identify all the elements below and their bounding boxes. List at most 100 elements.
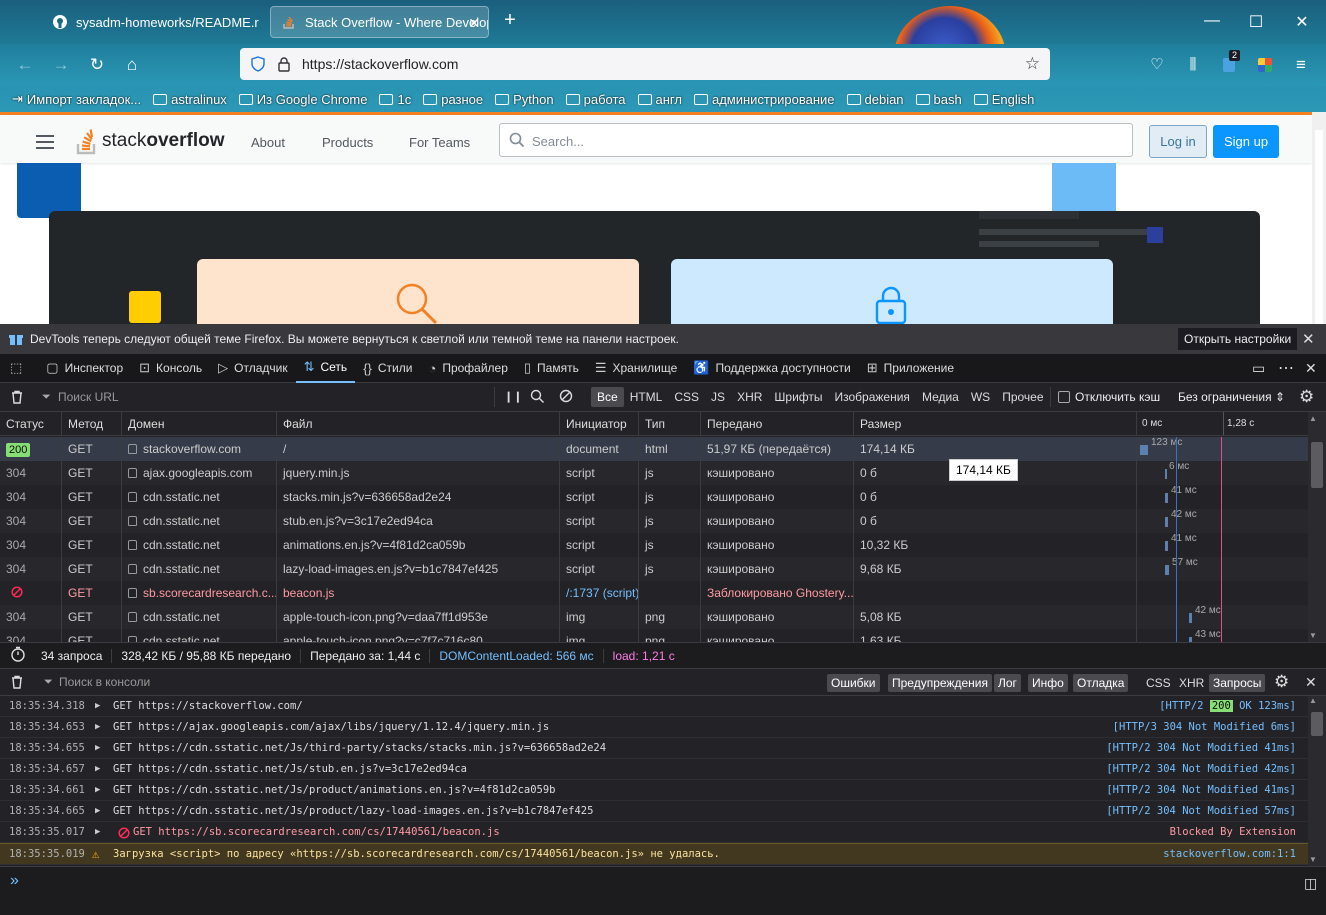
- trash-icon[interactable]: [10, 390, 24, 407]
- pause-icon[interactable]: ❙❙: [504, 390, 522, 403]
- tab-github[interactable]: sysadm-homeworks/README.r: [42, 6, 266, 38]
- message-result[interactable]: [HTTP/2 304 Not Modified 41ms]: [1106, 780, 1296, 800]
- open-settings-button[interactable]: Открыть настройки: [1178, 328, 1298, 350]
- more-options-icon[interactable]: ⋯: [1278, 358, 1294, 378]
- column-size[interactable]: Размер: [854, 412, 1137, 435]
- bookmark-folder[interactable]: работа: [565, 92, 626, 107]
- expand-arrow-icon[interactable]: ▶: [95, 801, 100, 821]
- filter-debug[interactable]: Отладка: [1073, 674, 1129, 692]
- filter-other[interactable]: Прочее: [996, 387, 1049, 407]
- library-icon[interactable]: ⫼: [1182, 54, 1204, 76]
- tab-styles[interactable]: {} Стили: [355, 354, 420, 383]
- filter-xhr[interactable]: XHR: [731, 387, 768, 407]
- column-file[interactable]: Файл: [277, 412, 560, 435]
- hamburger-menu-icon[interactable]: [36, 135, 54, 149]
- bookmark-folder[interactable]: администрирование: [693, 92, 835, 107]
- expand-arrow-icon[interactable]: ▶: [95, 759, 100, 779]
- site-logo[interactable]: stack overflow: [76, 127, 224, 155]
- column-waterfall[interactable]: 0 мс 1,28 с: [1137, 412, 1308, 435]
- filter-xhr[interactable]: XHR: [1175, 674, 1208, 692]
- tab-profiler[interactable]: ◔ Профайлер: [420, 354, 515, 383]
- disable-cache-checkbox[interactable]: [1058, 391, 1070, 403]
- message-result[interactable]: [HTTP/2 304 Not Modified 57ms]: [1106, 801, 1296, 821]
- responsive-mode-icon[interactable]: ▭: [1252, 360, 1265, 377]
- bookmark-folder[interactable]: 1с: [379, 92, 411, 107]
- console-message[interactable]: 18:35:34.655 ▶ GET https://cdn.sstatic.n…: [0, 738, 1308, 759]
- close-devtools-icon[interactable]: ✕: [1305, 360, 1317, 377]
- throttle-select[interactable]: Без ограничения ⇕: [1178, 390, 1285, 404]
- minimize-button[interactable]: —: [1202, 12, 1222, 30]
- reload-icon[interactable]: ↻: [86, 54, 108, 76]
- column-domain[interactable]: Домен: [122, 412, 277, 435]
- lock-icon[interactable]: [278, 56, 290, 75]
- bookmark-star-icon[interactable]: ☆: [1025, 54, 1040, 74]
- close-tab-icon[interactable]: ✕: [468, 15, 480, 32]
- console-message[interactable]: 18:35:34.661 ▶ GET https://cdn.sstatic.n…: [0, 780, 1308, 801]
- network-request-row[interactable]: 304 GET cdn.sstatic.net animations.en.js?v=…: [0, 533, 1308, 557]
- maximize-button[interactable]: ☐: [1246, 12, 1266, 32]
- bookmark-folder[interactable]: Из Google Chrome: [238, 92, 367, 107]
- search-icon[interactable]: [530, 389, 545, 407]
- shield-icon[interactable]: [250, 56, 266, 75]
- signup-button[interactable]: Sign up: [1213, 125, 1279, 158]
- close-window-button[interactable]: ✕: [1292, 12, 1312, 32]
- console-message[interactable]: 18:35:34.665 ▶ GET https://cdn.sstatic.n…: [0, 801, 1308, 822]
- block-requests-icon[interactable]: [559, 389, 573, 406]
- tab-accessibility[interactable]: ♿ Поддержка доступности: [685, 354, 858, 383]
- filter-js[interactable]: JS: [705, 387, 731, 407]
- message-result[interactable]: [HTTP/2 200 OK 123ms]: [1159, 696, 1296, 716]
- nav-for-teams[interactable]: For Teams: [409, 135, 470, 150]
- element-picker-icon[interactable]: ⬚: [0, 354, 38, 383]
- tab-memory[interactable]: ▯ Память: [516, 354, 587, 383]
- filter-css[interactable]: CSS: [1142, 674, 1175, 692]
- column-method[interactable]: Метод: [62, 412, 122, 435]
- expand-arrow-icon[interactable]: ▶: [95, 822, 100, 842]
- console-message[interactable]: 18:35:34.653 ▶ GET https://ajax.googleap…: [0, 717, 1308, 738]
- nav-about[interactable]: About: [251, 135, 285, 150]
- column-initiator[interactable]: Инициатор: [560, 412, 639, 435]
- ghostery-icon[interactable]: [1254, 54, 1276, 76]
- filter-log[interactable]: Лог: [994, 674, 1021, 692]
- column-type[interactable]: Тип: [639, 412, 701, 435]
- bookmark-folder[interactable]: англ: [637, 92, 682, 107]
- url-filter-input[interactable]: Поиск URL: [58, 390, 119, 404]
- network-request-row[interactable]: 304 GET cdn.sstatic.net stacks.min.js?v=636…: [0, 485, 1308, 509]
- network-request-row[interactable]: GET sb.scorecardresearch.c... beacon.js/:1…: [0, 581, 1308, 605]
- console-message-blocked[interactable]: 18:35:35.017 ▶ GET https://sb.scorecardr…: [0, 822, 1308, 843]
- expand-arrow-icon[interactable]: ▶: [95, 738, 100, 758]
- network-request-row[interactable]: 304 GET cdn.sstatic.net apple-touch-icon.pn…: [0, 605, 1308, 629]
- extension-icon[interactable]: 2: [1218, 50, 1241, 76]
- bookmark-folder[interactable]: Python: [495, 92, 554, 107]
- login-button[interactable]: Log in: [1149, 125, 1207, 158]
- bookmark-folder[interactable]: debian: [846, 92, 904, 107]
- filter-requests[interactable]: Запросы: [1209, 674, 1266, 692]
- filter-fonts[interactable]: Шрифты: [768, 387, 828, 407]
- forward-icon[interactable]: →: [50, 54, 72, 76]
- bookmark-folder[interactable]: bash: [915, 92, 962, 107]
- filter-ws[interactable]: WS: [965, 387, 996, 407]
- bookmark-folder[interactable]: English: [973, 92, 1034, 107]
- message-result[interactable]: [HTTP/2 304 Not Modified 41ms]: [1106, 738, 1296, 758]
- console-warning[interactable]: 18:35:35.019 ⚠ Загрузка <script> по адре…: [0, 843, 1308, 865]
- console-settings-gear-icon[interactable]: ⚙: [1274, 672, 1289, 692]
- filter-css[interactable]: CSS: [668, 387, 705, 407]
- bookmark-import[interactable]: ⇥ Импорт закладок...: [12, 91, 141, 107]
- network-scrollbar[interactable]: ▲ ▼: [1308, 412, 1326, 642]
- page-scrollbar[interactable]: [1312, 112, 1326, 324]
- tab-network[interactable]: ⇅ Сеть: [295, 354, 356, 383]
- tab-stackoverflow[interactable]: Stack Overflow - Where Develop ✕: [270, 6, 489, 38]
- network-settings-gear-icon[interactable]: ⚙: [1299, 387, 1314, 407]
- tab-storage[interactable]: ☰ Хранилище: [587, 354, 685, 383]
- network-request-row[interactable]: 304 GET cdn.sstatic.net apple-touch-icon.pn…: [0, 629, 1308, 642]
- network-request-row[interactable]: 304 GET ajax.googleapis.com jquery.min.js sc…: [0, 461, 1308, 485]
- close-notification-icon[interactable]: ✕: [1302, 330, 1315, 348]
- column-status[interactable]: Статус: [0, 412, 62, 435]
- network-request-row[interactable]: 304 GET cdn.sstatic.net stub.en.js?v=3c17e2…: [0, 509, 1308, 533]
- filter-media[interactable]: Медиа: [916, 387, 965, 407]
- url-bar[interactable]: https://stackoverflow.com ☆: [240, 48, 1050, 80]
- expand-arrow-icon[interactable]: ▶: [95, 696, 100, 716]
- network-request-row[interactable]: 304 GET cdn.sstatic.net lazy-load-images.en…: [0, 557, 1308, 581]
- home-icon[interactable]: ⌂: [121, 54, 143, 76]
- network-request-row[interactable]: 200 GET stackoverflow.com / document html 51,9…: [0, 437, 1308, 461]
- back-icon[interactable]: ←: [14, 54, 36, 76]
